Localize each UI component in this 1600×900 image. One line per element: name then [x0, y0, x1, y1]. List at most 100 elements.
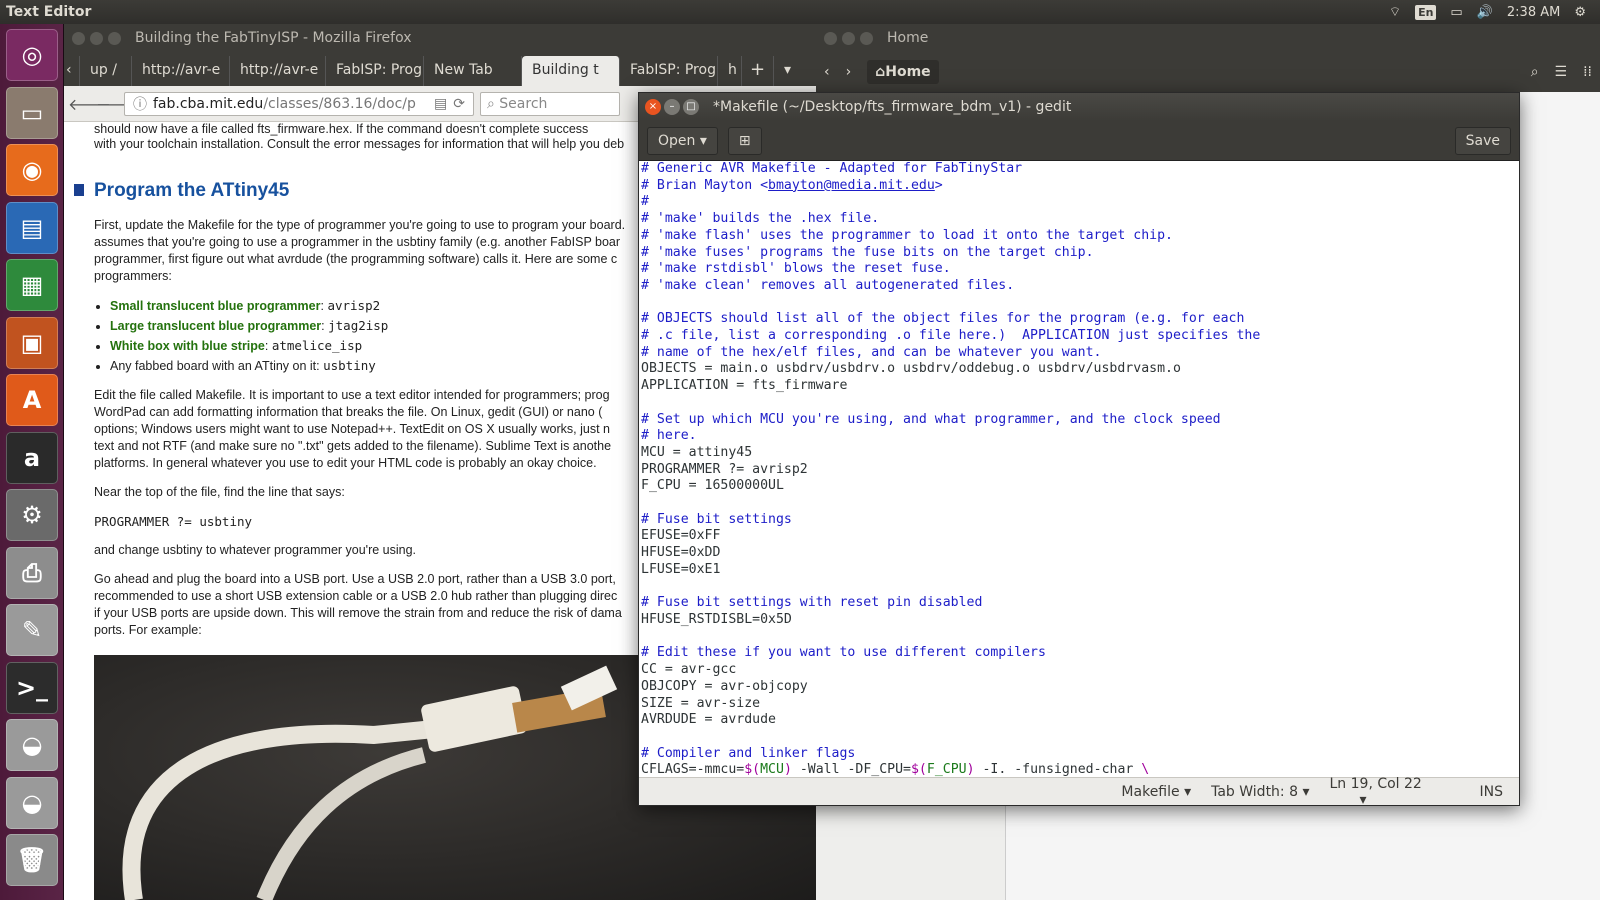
tab-width-selector[interactable]: Tab Width: 8 ▾ — [1211, 784, 1309, 800]
maximize-icon[interactable]: □ — [683, 99, 699, 115]
open-label: Open — [658, 132, 696, 149]
maximize-icon[interactable] — [108, 31, 121, 45]
disk2-icon[interactable]: ◒ — [6, 776, 58, 829]
reader-view-icon[interactable]: ▤ — [434, 96, 447, 112]
system-settings-icon[interactable]: ⚙ — [6, 489, 58, 541]
text-editor-icon[interactable]: ✎ — [6, 604, 58, 656]
clock[interactable]: 2:38 AM — [1507, 5, 1560, 20]
text-editor-area[interactable]: # Generic AVR Makefile - Adapted for Fab… — [639, 161, 1519, 777]
code-line: # 'make rstdisbl' blows the reset fuse. — [641, 261, 951, 277]
new-tab-icon[interactable]: ⊞ — [727, 126, 762, 155]
ubuntu-dash-icon[interactable]: ◎ — [6, 29, 58, 81]
text-line: if your USB ports are upside down. This … — [94, 606, 622, 620]
tab-list-chevron-icon[interactable]: ▾ — [774, 56, 804, 86]
code-line: PROGRAMMER ?= avrisp2 — [641, 461, 808, 477]
code-line: # .c file, list a corresponding .o file … — [641, 328, 1261, 344]
disk-icon[interactable]: ◒ — [6, 719, 58, 771]
text-line: First, update the Makefile for the type … — [94, 218, 626, 232]
window-title: *Makefile (~/Desktop/fts_firmware_bdm_v1… — [713, 99, 1072, 115]
list-view-icon[interactable]: ☰ — [1555, 64, 1568, 80]
tab-scroll-left-icon[interactable]: ‹ — [64, 56, 80, 86]
url-path: /classes/863.16/doc/p — [263, 95, 416, 112]
forward-icon[interactable]: › — [846, 64, 852, 80]
close-icon[interactable]: × — [645, 99, 661, 115]
search-icon[interactable]: ⌕ — [1531, 64, 1539, 80]
code-line: # Fuse bit settings — [641, 511, 792, 527]
insert-mode[interactable]: INS — [1480, 784, 1504, 800]
printer-icon[interactable]: ⎙ — [6, 546, 58, 599]
code-line: # here. — [641, 428, 697, 444]
text-line: Edit the file called Makefile. It is imp… — [94, 388, 610, 402]
status-bar: Makefile ▾ Tab Width: 8 ▾ Ln 19, Col 22 … — [639, 776, 1519, 808]
code-line: # name of the hex/elf files, and can be … — [641, 344, 1102, 360]
tab-strip: ‹ up / http://avr-e http://avr-e FabISP:… — [64, 52, 816, 86]
language-selector[interactable]: Makefile ▾ — [1121, 784, 1191, 800]
battery-icon[interactable]: ▭ — [1450, 5, 1462, 20]
keyboard-layout-indicator[interactable]: En — [1415, 4, 1437, 20]
location-home-button[interactable]: ⌂Home — [867, 60, 939, 84]
close-icon[interactable] — [824, 31, 837, 45]
code-line: SIZE = avr-size — [641, 695, 761, 711]
programmer-code: jtag2isp — [328, 318, 389, 333]
files-icon[interactable]: ▭ — [6, 86, 58, 139]
terminal-icon[interactable]: >_ — [6, 661, 58, 714]
power-gear-icon[interactable]: ⚙ — [1574, 5, 1586, 20]
code-line: # OBJECTS should list all of the object … — [641, 311, 1245, 327]
programmer-code: avrisp2 — [327, 298, 381, 313]
info-icon[interactable]: ⓘ — [133, 94, 147, 114]
open-button[interactable]: Open ▾ — [647, 126, 718, 155]
url-bar[interactable]: ⓘ fab.cba.mit.edu/classes/863.16/doc/p ▤… — [124, 91, 474, 116]
grid-view-icon[interactable]: ⁞⁞ — [1583, 64, 1592, 80]
back-icon[interactable]: ‹ — [824, 64, 830, 80]
programmer-label: Any fabbed board with an ATtiny on it: — [110, 359, 320, 373]
text-line: WordPad can add formatting information t… — [94, 405, 603, 419]
programmer-link[interactable]: Small translucent blue programmer — [110, 299, 320, 313]
minimize-icon[interactable] — [842, 31, 855, 45]
writer-icon[interactable]: ▤ — [6, 201, 58, 254]
close-icon[interactable] — [72, 31, 85, 45]
code-line: # Fuse bit settings with reset pin disab… — [641, 595, 983, 611]
firefox-icon[interactable]: ◉ — [6, 144, 58, 196]
programmer-link[interactable]: Large translucent blue programmer — [110, 319, 321, 333]
tab[interactable]: FabISP: Prog — [620, 56, 718, 86]
search-input[interactable]: ⌕ Search — [480, 91, 620, 116]
amazon-icon[interactable]: a — [6, 431, 58, 484]
tab[interactable]: up / — [80, 56, 132, 86]
cursor-position[interactable]: Ln 19, Col 22 ▾ — [1330, 776, 1460, 808]
minimize-icon[interactable] — [90, 31, 103, 45]
software-center-icon[interactable]: A — [6, 374, 58, 426]
code-line: OBJCOPY = avr-objcopy — [641, 678, 808, 694]
save-button[interactable]: Save — [1454, 126, 1511, 155]
url-host: fab.cba.mit.edu — [153, 95, 264, 112]
tab[interactable]: http://avr-e — [132, 56, 230, 86]
minimize-icon[interactable]: – — [664, 99, 680, 115]
wifi-icon[interactable]: ⌔ — [1389, 4, 1401, 20]
impress-icon[interactable]: ▣ — [6, 316, 58, 369]
tab[interactable]: FabISP: Prog — [326, 56, 424, 86]
back-icon[interactable]: 🡐 — [68, 94, 111, 114]
location-label: Home — [885, 64, 931, 80]
tab[interactable]: New Tab — [424, 56, 522, 86]
text-line: recommended to use a short USB extension… — [94, 589, 618, 603]
search-icon: ⌕ — [487, 95, 500, 112]
tab[interactable]: h — [718, 56, 742, 86]
code-line: HFUSE=0xDD — [641, 545, 721, 561]
new-tab-icon[interactable]: + — [742, 56, 774, 86]
calc-icon[interactable]: ▦ — [6, 259, 58, 311]
tab[interactable]: http://avr-e — [230, 56, 326, 86]
active-app-title: Text Editor — [6, 4, 92, 20]
reload-icon[interactable]: ⟳ — [453, 96, 465, 112]
forward-icon[interactable]: 🡒 — [96, 94, 139, 114]
code-line: F_CPU = 16500000UL — [641, 478, 784, 494]
text-line: assumes that you're going to use a progr… — [94, 235, 621, 249]
maximize-icon[interactable] — [860, 31, 873, 45]
programmer-link[interactable]: White box with blue stripe — [110, 339, 265, 353]
tab-active[interactable]: Building t — [522, 56, 620, 86]
code-line: AVRDUDE = avrdude — [641, 712, 776, 728]
volume-icon[interactable]: 🔊 — [1477, 5, 1493, 20]
trash-icon[interactable]: 🗑 — [6, 834, 58, 886]
